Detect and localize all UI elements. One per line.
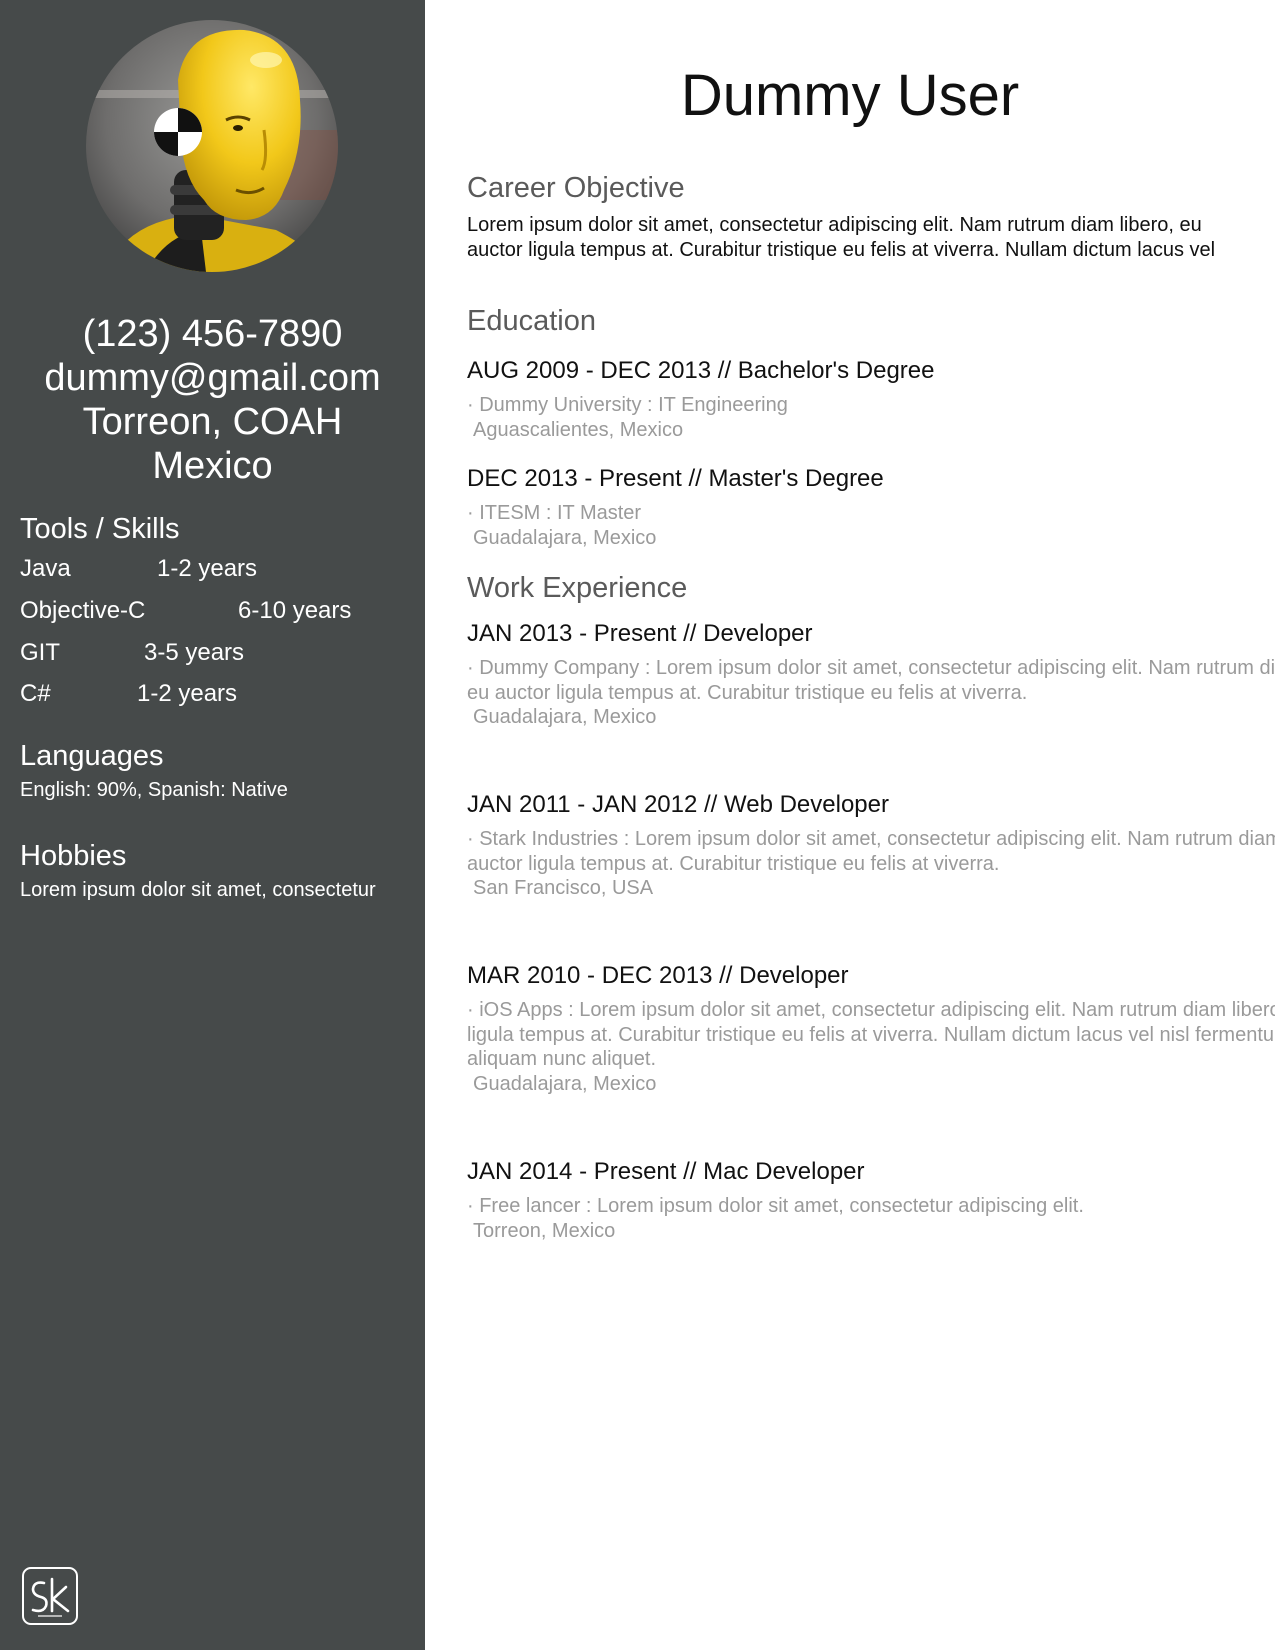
location: San Francisco, USA — [473, 877, 654, 899]
location: Guadalajara, Mexico — [473, 526, 657, 549]
avatar — [86, 20, 338, 272]
hobbies-heading: Hobbies — [20, 840, 127, 872]
skill-years: 1-2 years — [157, 555, 258, 582]
skill-name: C# — [20, 680, 51, 707]
career-objective-text: Lorem ipsum dolor sit amet, consectetur … — [467, 214, 1216, 261]
education-entry-title: AUG 2009 - DEC 2013 // Bachelor's Degree — [467, 357, 935, 384]
country: Mexico — [152, 445, 273, 487]
languages-text: English: 90%, Spanish: Native — [20, 779, 288, 801]
education-entry-details: · ITESM : IT Master Guadalajara, Mexico — [467, 502, 657, 549]
location: Guadalajara, Mexico — [473, 706, 657, 728]
location: Aguascalientes, Mexico — [473, 418, 684, 441]
education-entry-title: DEC 2013 - Present // Master's Degree — [467, 465, 884, 492]
location: Guadalajara, Mexico — [473, 1072, 657, 1095]
sk-logo-mark — [31, 1577, 70, 1617]
skill-row: GIT 3-5 years — [20, 639, 244, 667]
work-experience-heading: Work Experience — [467, 572, 688, 604]
work-entry-title: JAN 2013 - Present // Developer — [467, 620, 813, 647]
work-entry-title: JAN 2014 - Present // Mac Developer — [467, 1158, 865, 1185]
city: Torreon, COAH — [82, 401, 343, 443]
education-entry-details: · Dummy University : IT Engineering Agua… — [467, 394, 788, 441]
education-heading: Education — [467, 305, 596, 337]
work-entry-details: · Free lancer : Lorem ipsum dolor sit am… — [467, 1195, 1084, 1242]
skill-row: Objective-C 6-10 years — [20, 597, 351, 625]
work-entry-details: · iOS Apps : Lorem ipsum dolor sit amet,… — [467, 998, 1275, 1096]
skills-heading: Tools / Skills — [20, 513, 180, 545]
email[interactable]: dummy@gmail.com — [0, 356, 425, 400]
skill-row: Java 1-2 years — [20, 555, 257, 583]
hobbies-text: Lorem ipsum dolor sit amet, consectetur — [20, 879, 376, 901]
crash-test-dummy-photo — [86, 20, 338, 272]
skill-years: 6-10 years — [238, 597, 352, 624]
skill-name: Objective-C — [20, 597, 146, 624]
work-entry-details: · Dummy Company : Lorem ipsum dolor sit … — [467, 656, 1275, 730]
skill-name: GIT — [20, 639, 60, 666]
skill-years: 1-2 years — [137, 680, 238, 707]
sk-logo-icon — [22, 1567, 78, 1625]
page-title: Dummy User — [680, 63, 1020, 128]
contact-info: (123) 456-7890 dummy@gmail.com Torreon, … — [0, 312, 425, 488]
work-entry-title: MAR 2010 - DEC 2013 // Developer — [467, 962, 849, 989]
career-objective-heading: Career Objective — [467, 172, 685, 204]
main-content: Dummy User Career Objective Lorem ipsum … — [425, 0, 1275, 1650]
work-entry-details: · Stark Industries : Lorem ipsum dolor s… — [467, 827, 1275, 901]
skill-row: C# 1-2 years — [20, 680, 237, 708]
location: Torreon, Mexico — [473, 1219, 616, 1242]
phone: (123) 456-7890 — [82, 313, 343, 355]
skill-name: Java — [20, 555, 71, 582]
work-entry-title: JAN 2011 - JAN 2012 // Web Developer — [467, 791, 889, 818]
skill-years: 3-5 years — [144, 639, 245, 666]
sidebar: (123) 456-7890 dummy@gmail.com Torreon, … — [0, 0, 425, 1650]
languages-heading: Languages — [20, 740, 164, 772]
